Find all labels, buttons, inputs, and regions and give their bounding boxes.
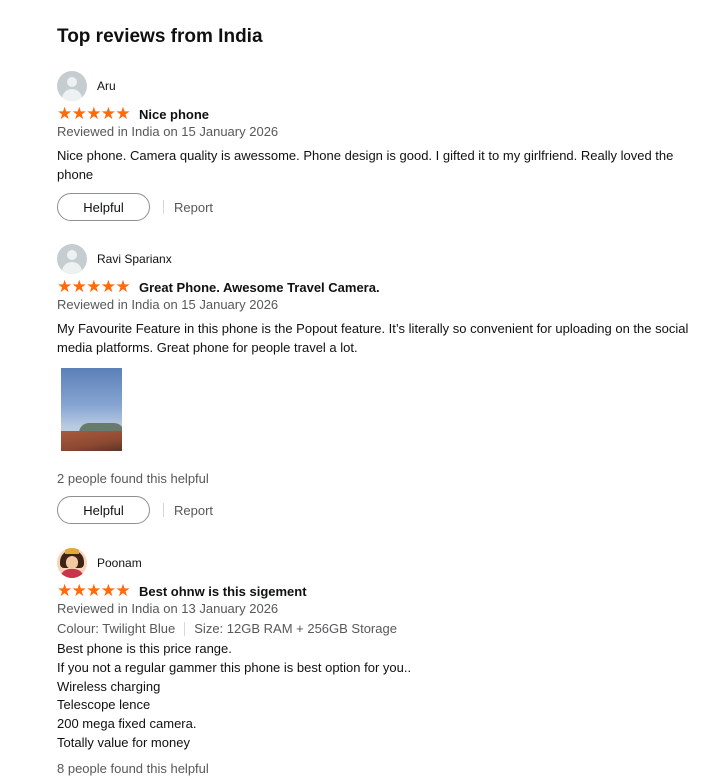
- star-rating[interactable]: ★ ★ ★ ★ ★: [57, 277, 131, 296]
- section-title: Top reviews from India: [57, 26, 263, 47]
- star-icon: ★: [115, 104, 131, 123]
- review-date: Reviewed in India on 15 January 2026: [57, 124, 279, 139]
- star-rating[interactable]: ★ ★ ★ ★ ★: [57, 581, 131, 600]
- review-actions: Helpful Report: [57, 495, 213, 525]
- star-icon: ★: [57, 581, 73, 600]
- divider: [163, 200, 164, 214]
- reviewer-profile[interactable]: Ravi Sparianx: [57, 244, 172, 274]
- rating-row: ★ ★ ★ ★ ★ Great Phone. Awesome Travel Camera…: [57, 278, 380, 296]
- star-icon: ★: [100, 277, 117, 296]
- review-body: Nice phone. Camera quality is awessome. …: [57, 148, 674, 182]
- star-icon: ★: [57, 104, 73, 123]
- star-icon: ★: [57, 277, 73, 296]
- review-actions: Helpful Report: [57, 192, 213, 222]
- star-icon: ★: [100, 581, 117, 600]
- variant-colour: Colour: Twilight Blue: [57, 621, 176, 636]
- avatar: [57, 548, 87, 578]
- helpful-button[interactable]: Helpful: [57, 193, 150, 221]
- divider: [163, 503, 164, 517]
- review-card: Aru ★ ★ ★ ★ ★ Nice phone Reviewed in India o…: [57, 71, 707, 231]
- reviewer-name[interactable]: Poonam: [97, 556, 142, 570]
- review-title[interactable]: Best ohnw is this sigement: [139, 584, 307, 599]
- rating-row: ★ ★ ★ ★ ★ Nice phone: [57, 105, 209, 123]
- review-line: 200 mega fixed camera.: [57, 716, 197, 732]
- variant-size: Size: 12GB RAM + 256GB Storage: [194, 621, 397, 636]
- default-avatar-icon: [57, 244, 87, 274]
- star-icon: ★: [115, 581, 131, 600]
- report-link[interactable]: Report: [174, 200, 213, 215]
- star-icon: ★: [71, 104, 87, 123]
- reviewer-name[interactable]: Ravi Sparianx: [97, 252, 172, 266]
- star-rating[interactable]: ★ ★ ★ ★ ★: [57, 104, 131, 123]
- star-icon: ★: [71, 277, 87, 296]
- star-icon: ★: [100, 104, 117, 123]
- review-line: Wireless charging: [57, 678, 161, 694]
- review-body: Best phone is this price range. If you n…: [57, 640, 411, 753]
- reviews-page: Top reviews from India Aru ★ ★ ★ ★ ★ Nice ph…: [0, 0, 714, 776]
- reviewer-profile[interactable]: Aru: [57, 71, 116, 101]
- report-link[interactable]: Report: [174, 503, 213, 518]
- star-icon: ★: [115, 277, 131, 296]
- star-icon: ★: [86, 277, 102, 296]
- review-card: Poonam ★ ★ ★ ★ ★ Best ohnw is this sigement …: [57, 548, 707, 776]
- review-line: Telescope lence: [57, 697, 151, 713]
- review-title[interactable]: Great Phone. Awesome Travel Camera.: [139, 280, 380, 295]
- review-date: Reviewed in India on 13 January 2026: [57, 601, 279, 616]
- review-line: If you not a regular gammer this phone i…: [57, 659, 412, 675]
- review-line: Totally value for money: [57, 734, 190, 750]
- review-title[interactable]: Nice phone: [139, 107, 209, 122]
- helpful-button[interactable]: Helpful: [57, 496, 150, 524]
- review-photo-thumbnail[interactable]: [61, 368, 122, 451]
- reviewer-profile[interactable]: Poonam: [57, 548, 142, 578]
- review-body: My Favourite Feature in this phone is th…: [57, 321, 689, 355]
- star-icon: ★: [71, 581, 87, 600]
- star-icon: ★: [86, 581, 102, 600]
- helpful-count: 2 people found this helpful: [57, 471, 209, 486]
- reviewer-name[interactable]: Aru: [97, 79, 116, 93]
- review-date: Reviewed in India on 15 January 2026: [57, 297, 279, 312]
- star-icon: ★: [86, 104, 102, 123]
- helpful-count: 8 people found this helpful: [57, 761, 209, 776]
- review-line: Best phone is this price range.: [57, 641, 232, 656]
- default-avatar-icon: [57, 71, 87, 101]
- product-variant: Colour: Twilight Blue Size: 12GB RAM + 2…: [57, 621, 397, 636]
- divider: [184, 621, 186, 636]
- rating-row: ★ ★ ★ ★ ★ Best ohnw is this sigement: [57, 582, 307, 600]
- review-card: Ravi Sparianx ★ ★ ★ ★ ★ Great Phone. Awesome…: [57, 244, 707, 534]
